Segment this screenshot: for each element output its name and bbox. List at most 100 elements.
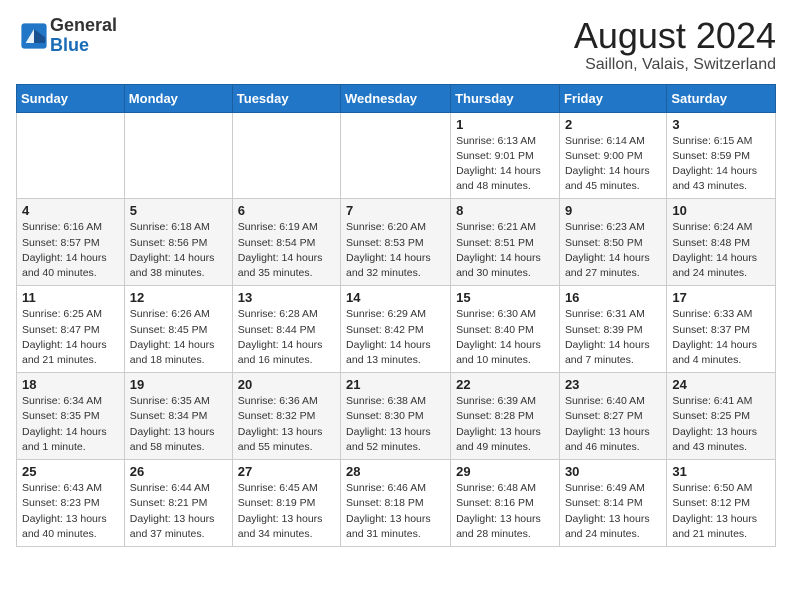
day-info: Sunrise: 6:13 AM Sunset: 9:01 PM Dayligh… — [456, 134, 554, 195]
day-info: Sunrise: 6:23 AM Sunset: 8:50 PM Dayligh… — [565, 220, 661, 281]
day-number: 9 — [565, 203, 661, 218]
table-row: 28 Sunrise: 6:46 AM Sunset: 8:18 PM Dayli… — [341, 460, 451, 547]
table-row: 7 Sunrise: 6:20 AM Sunset: 8:53 PM Daylig… — [341, 199, 451, 286]
day-number: 30 — [565, 464, 661, 479]
day-number: 26 — [130, 464, 227, 479]
table-row: 19Sunrise: 6:35 AM Sunset: 8:34 PM Dayli… — [124, 373, 232, 460]
day-info: Sunrise: 6:43 AM Sunset: 8:23 PM Dayligh… — [22, 481, 119, 542]
day-number: 14 — [346, 290, 445, 305]
calendar-table: Sunday Monday Tuesday Wednesday Thursday… — [16, 84, 776, 547]
table-row: 23 Sunrise: 6:40 AM Sunset: 8:27 PM Dayli… — [559, 373, 666, 460]
day-info: Sunrise: 6:31 AM Sunset: 8:39 PM Dayligh… — [565, 307, 661, 368]
col-monday: Monday — [124, 84, 232, 112]
day-info: Sunrise: 6:30 AM Sunset: 8:40 PM Dayligh… — [456, 307, 554, 368]
day-info: Sunrise: 6:15 AM Sunset: 8:59 PM Dayligh… — [672, 134, 770, 195]
day-number: 2 — [565, 117, 661, 132]
logo-text: General Blue — [50, 16, 117, 56]
col-tuesday: Tuesday — [232, 84, 340, 112]
table-row: 24Sunrise: 6:41 AM Sunset: 8:25 PM Dayli… — [667, 373, 776, 460]
day-info: Sunrise: 6:14 AM Sunset: 9:00 PM Dayligh… — [565, 134, 661, 195]
calendar-week-row: 11Sunrise: 6:25 AM Sunset: 8:47 PM Dayli… — [17, 286, 776, 373]
table-row: 2 Sunrise: 6:14 AM Sunset: 9:00 PM Daylig… — [559, 112, 666, 199]
day-info: Sunrise: 6:45 AM Sunset: 8:19 PM Dayligh… — [238, 481, 335, 542]
day-number: 10 — [672, 203, 770, 218]
page-header: General Blue August 2024 Saillon, Valais… — [16, 16, 776, 74]
col-friday: Friday — [559, 84, 666, 112]
day-info: Sunrise: 6:38 AM Sunset: 8:30 PM Dayligh… — [346, 394, 445, 455]
table-row: 10 Sunrise: 6:24 AM Sunset: 8:48 PM Dayli… — [667, 199, 776, 286]
title-area: August 2024 Saillon, Valais, Switzerland — [574, 16, 776, 74]
col-sunday: Sunday — [17, 84, 125, 112]
table-row: 31Sunrise: 6:50 AM Sunset: 8:12 PM Dayli… — [667, 460, 776, 547]
day-number: 16 — [565, 290, 661, 305]
table-row: 13 Sunrise: 6:28 AM Sunset: 8:44 PM Dayli… — [232, 286, 340, 373]
table-row: 29 Sunrise: 6:48 AM Sunset: 8:16 PM Dayli… — [451, 460, 560, 547]
calendar-header-row: Sunday Monday Tuesday Wednesday Thursday… — [17, 84, 776, 112]
table-row: 9 Sunrise: 6:23 AM Sunset: 8:50 PM Daylig… — [559, 199, 666, 286]
day-info: Sunrise: 6:50 AM Sunset: 8:12 PM Dayligh… — [672, 481, 770, 542]
table-row: 12Sunrise: 6:26 AM Sunset: 8:45 PM Dayli… — [124, 286, 232, 373]
table-row: 11Sunrise: 6:25 AM Sunset: 8:47 PM Dayli… — [17, 286, 125, 373]
day-info: Sunrise: 6:21 AM Sunset: 8:51 PM Dayligh… — [456, 220, 554, 281]
table-row: 22Sunrise: 6:39 AM Sunset: 8:28 PM Dayli… — [451, 373, 560, 460]
table-row: 3Sunrise: 6:15 AM Sunset: 8:59 PM Daylig… — [667, 112, 776, 199]
col-thursday: Thursday — [451, 84, 560, 112]
table-row: 21 Sunrise: 6:38 AM Sunset: 8:30 PM Dayli… — [341, 373, 451, 460]
day-number: 11 — [22, 290, 119, 305]
day-number: 22 — [456, 377, 554, 392]
day-info: Sunrise: 6:49 AM Sunset: 8:14 PM Dayligh… — [565, 481, 661, 542]
table-row — [17, 112, 125, 199]
day-info: Sunrise: 6:40 AM Sunset: 8:27 PM Dayligh… — [565, 394, 661, 455]
day-number: 17 — [672, 290, 770, 305]
calendar-subtitle: Saillon, Valais, Switzerland — [574, 56, 776, 74]
table-row: 30 Sunrise: 6:49 AM Sunset: 8:14 PM Dayli… — [559, 460, 666, 547]
day-number: 29 — [456, 464, 554, 479]
day-info: Sunrise: 6:28 AM Sunset: 8:44 PM Dayligh… — [238, 307, 335, 368]
table-row — [124, 112, 232, 199]
table-row: 16 Sunrise: 6:31 AM Sunset: 8:39 PM Dayli… — [559, 286, 666, 373]
table-row: 14 Sunrise: 6:29 AM Sunset: 8:42 PM Dayli… — [341, 286, 451, 373]
day-number: 5 — [130, 203, 227, 218]
calendar-week-row: 1Sunrise: 6:13 AM Sunset: 9:01 PM Daylig… — [17, 112, 776, 199]
day-number: 12 — [130, 290, 227, 305]
table-row: 6Sunrise: 6:19 AM Sunset: 8:54 PM Daylig… — [232, 199, 340, 286]
calendar-week-row: 25 Sunrise: 6:43 AM Sunset: 8:23 PM Dayli… — [17, 460, 776, 547]
table-row: 4Sunrise: 6:16 AM Sunset: 8:57 PM Daylig… — [17, 199, 125, 286]
table-row: 1Sunrise: 6:13 AM Sunset: 9:01 PM Daylig… — [451, 112, 560, 199]
calendar-title: August 2024 — [574, 16, 776, 56]
table-row: 17Sunrise: 6:33 AM Sunset: 8:37 PM Dayli… — [667, 286, 776, 373]
day-info: Sunrise: 6:24 AM Sunset: 8:48 PM Dayligh… — [672, 220, 770, 281]
col-saturday: Saturday — [667, 84, 776, 112]
day-number: 25 — [22, 464, 119, 479]
logo-icon — [20, 22, 48, 50]
day-number: 23 — [565, 377, 661, 392]
day-number: 27 — [238, 464, 335, 479]
day-info: Sunrise: 6:44 AM Sunset: 8:21 PM Dayligh… — [130, 481, 227, 542]
table-row: 18 Sunrise: 6:34 AM Sunset: 8:35 PM Dayli… — [17, 373, 125, 460]
day-info: Sunrise: 6:29 AM Sunset: 8:42 PM Dayligh… — [346, 307, 445, 368]
day-info: Sunrise: 6:34 AM Sunset: 8:35 PM Dayligh… — [22, 394, 119, 455]
table-row: 26 Sunrise: 6:44 AM Sunset: 8:21 PM Dayli… — [124, 460, 232, 547]
table-row — [341, 112, 451, 199]
day-number: 13 — [238, 290, 335, 305]
col-wednesday: Wednesday — [341, 84, 451, 112]
day-number: 28 — [346, 464, 445, 479]
table-row: 20 Sunrise: 6:36 AM Sunset: 8:32 PM Dayli… — [232, 373, 340, 460]
logo: General Blue — [16, 16, 117, 56]
day-number: 19 — [130, 377, 227, 392]
day-info: Sunrise: 6:20 AM Sunset: 8:53 PM Dayligh… — [346, 220, 445, 281]
table-row — [232, 112, 340, 199]
day-info: Sunrise: 6:36 AM Sunset: 8:32 PM Dayligh… — [238, 394, 335, 455]
day-number: 20 — [238, 377, 335, 392]
calendar-week-row: 18 Sunrise: 6:34 AM Sunset: 8:35 PM Dayli… — [17, 373, 776, 460]
day-number: 21 — [346, 377, 445, 392]
table-row: 5Sunrise: 6:18 AM Sunset: 8:56 PM Daylig… — [124, 199, 232, 286]
table-row: 8Sunrise: 6:21 AM Sunset: 8:51 PM Daylig… — [451, 199, 560, 286]
day-number: 18 — [22, 377, 119, 392]
day-info: Sunrise: 6:48 AM Sunset: 8:16 PM Dayligh… — [456, 481, 554, 542]
table-row: 25 Sunrise: 6:43 AM Sunset: 8:23 PM Dayli… — [17, 460, 125, 547]
day-info: Sunrise: 6:46 AM Sunset: 8:18 PM Dayligh… — [346, 481, 445, 542]
day-number: 24 — [672, 377, 770, 392]
day-info: Sunrise: 6:16 AM Sunset: 8:57 PM Dayligh… — [22, 220, 119, 281]
day-number: 7 — [346, 203, 445, 218]
